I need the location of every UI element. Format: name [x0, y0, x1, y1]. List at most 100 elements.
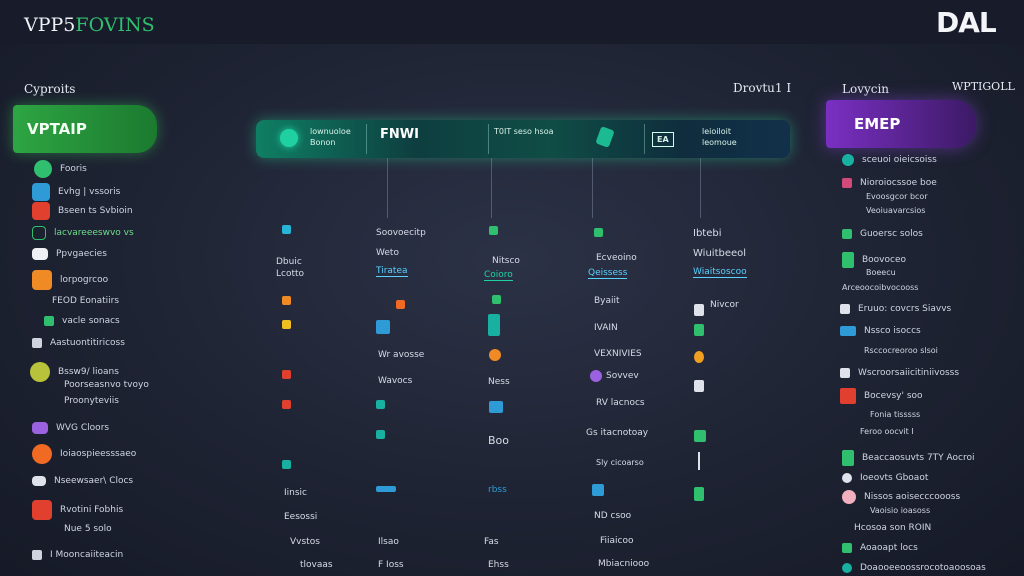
grid-cell[interactable]: rbss	[488, 485, 507, 495]
grid-cell-selected[interactable]: Qeissess	[588, 268, 628, 279]
left-primary-button[interactable]: VPTAIP	[13, 105, 157, 153]
grid-cell[interactable]: Fiiaicoo	[600, 536, 634, 546]
grid-cell[interactable]: RV lacnocs	[596, 398, 645, 408]
grid-cell-selected[interactable]: Coioro	[484, 270, 513, 281]
sidebar-subitem[interactable]: Poorseasnvo tvoyo	[64, 380, 149, 390]
right-subitem[interactable]: Evoosgcor bcor	[866, 192, 928, 201]
sidebar-item[interactable]: lacvareeeswvo vs	[32, 226, 134, 240]
grid-cell[interactable]: F Ioss	[378, 560, 404, 570]
diamond-icon	[488, 314, 500, 336]
sidebar-subitem[interactable]: FEOD Eonatiirs	[52, 296, 119, 306]
right-subitem[interactable]: Hcosoa son ROIN	[854, 523, 931, 533]
right-item[interactable]: Guoersc solos	[842, 229, 923, 239]
status-dot	[396, 300, 405, 309]
grid-cell-selected[interactable]: Tiratea	[376, 266, 408, 277]
sidebar-item[interactable]: Ppvgaecies	[32, 248, 107, 260]
center-section-title: Drovtu1 I	[733, 81, 792, 95]
grid-cell[interactable]: Weto	[376, 248, 399, 258]
right-item[interactable]: Nssco isoccs	[840, 326, 921, 336]
grid-cell[interactable]: Gs itacnotoay	[586, 428, 648, 438]
right-item[interactable]: Eruuo: covcrs Siavvs	[840, 304, 951, 314]
right-subitem[interactable]: Veoiuavarcsios	[866, 206, 925, 215]
grid-cell[interactable]: Sovvev	[606, 371, 639, 381]
grid-cell[interactable]: Wiuitbeeol	[693, 248, 746, 259]
right-subitem[interactable]: Fonia tisssss	[870, 410, 920, 419]
file-icon	[694, 304, 704, 316]
grid-cell[interactable]: Sly cicoarso	[596, 458, 644, 467]
mail-icon	[32, 476, 46, 486]
sidebar-subitem[interactable]: vacle sonacs	[44, 316, 120, 326]
sidebar-item[interactable]: Aastuontitiricoss	[32, 338, 125, 348]
sidebar-item[interactable]: Fooris	[34, 160, 87, 178]
grid-cell[interactable]: Mbiacniooo	[598, 559, 649, 569]
right-item[interactable]: Bocevsy' soo	[840, 388, 923, 404]
right-item[interactable]: Nissos aoisecccoooss	[842, 490, 960, 504]
pin-icon	[840, 368, 850, 378]
right-subitem[interactable]: Boeecu	[866, 268, 896, 277]
sidebar-subitem[interactable]: Proonyteviis	[64, 396, 119, 406]
right-item[interactable]: Doaooeeoossrocotoaoosoas	[842, 563, 986, 573]
status-dot	[376, 400, 385, 409]
sidebar-item[interactable]: lorpogrcoo	[32, 270, 108, 290]
grid-cell[interactable]: Ilsao	[378, 537, 399, 547]
grid-cell-selected[interactable]: Wiaitsoscoo	[693, 267, 747, 278]
status-dot	[376, 430, 385, 439]
app-brand[interactable]: VPP5FOVINS	[24, 14, 155, 36]
status-dot	[282, 370, 291, 379]
grid-cell[interactable]: Dbuic Lcotto	[276, 256, 316, 280]
sidebar-item[interactable]: Bseen ts Svbioin	[32, 202, 133, 220]
grid-cell[interactable]: VEXNIVIES	[594, 349, 642, 359]
warning-icon	[282, 320, 291, 329]
grid-cell[interactable]: tlovaas	[300, 560, 333, 570]
grid-cell[interactable]: Nitsco	[492, 256, 520, 266]
sidebar-subitem[interactable]: Nue 5 solo	[64, 524, 112, 534]
grid-cell[interactable]: Soovoecitp	[376, 228, 426, 238]
header-cell[interactable]: EA	[652, 132, 674, 147]
right-subitem[interactable]: Rsccocreoroo slsoi	[864, 346, 938, 355]
brand-logo-right[interactable]: DAL	[936, 6, 997, 39]
sidebar-item[interactable]: I Mooncaiiteacin	[32, 550, 123, 560]
grid-cell[interactable]: Ecveoino	[596, 253, 637, 263]
status-dot	[694, 430, 706, 442]
right-subitem[interactable]: Arceoocoibvocooss	[842, 283, 918, 292]
right-subitem[interactable]: Feroo oocvit I	[860, 427, 914, 436]
grid-cell[interactable]: Wr avosse	[378, 350, 424, 360]
grid-cell[interactable]: IVAIN	[594, 323, 618, 333]
right-item[interactable]: Beaccaosuvts 7TY Aocroi	[842, 450, 975, 466]
right-item[interactable]: Boovoceo	[842, 252, 906, 268]
right-item[interactable]: Ioeovts Gboaot	[842, 473, 928, 483]
right-subitem[interactable]: Vaoisio ioasoss	[870, 506, 930, 515]
grid-cell[interactable]: Fas	[484, 537, 499, 547]
grid-cell[interactable]: Ness	[488, 377, 510, 387]
sidebar-item[interactable]: WVG Cloors	[32, 422, 109, 434]
flag-icon	[842, 252, 854, 268]
header-cell[interactable]: lownuoloe Bonon	[310, 126, 362, 148]
right-primary-button[interactable]: EMEP	[826, 100, 976, 148]
grid-cell[interactable]: Vvstos	[290, 537, 320, 547]
sidebar-item[interactable]: Ioiaospieesssaeo	[32, 444, 136, 464]
right-item[interactable]: Nioroiocssoe boe	[842, 178, 937, 188]
grid-cell[interactable]: ND csoo	[594, 511, 631, 521]
header-cell[interactable]: leioiloit leomoue	[702, 126, 766, 148]
header-cell[interactable]: T0IT seso hsoa	[494, 126, 556, 137]
right-item[interactable]: sceuoi oieicsoiss	[842, 154, 937, 166]
clock-icon	[30, 362, 50, 382]
grid-cell[interactable]: Iinsic	[284, 488, 307, 498]
right-item[interactable]: Wscroorsaiicitiniivosss	[840, 368, 959, 378]
right-item[interactable]: Aoaoapt locs	[842, 543, 918, 553]
header-cell[interactable]: FNWI	[380, 128, 419, 141]
grid-cell[interactable]: Byaiit	[594, 296, 620, 306]
sidebar-item[interactable]: Rvotini Fobhis	[32, 500, 123, 520]
grid-cell[interactable]: Boo	[488, 434, 509, 447]
sidebar-item[interactable]: Nseewsaer\ Clocs	[32, 476, 133, 486]
grid-cell[interactable]: Nivcor	[710, 300, 739, 310]
app-icon	[376, 320, 390, 334]
right-section-subtitle: WPTIGOLL	[952, 80, 1015, 93]
grid-cell[interactable]: Ehss	[488, 560, 509, 570]
grid-cell[interactable]: Wavocs	[378, 376, 412, 386]
grid-cell[interactable]: Eesossi	[284, 512, 317, 522]
divider	[488, 124, 489, 154]
sidebar-item[interactable]: Evhg | vssoris	[32, 183, 120, 201]
grid-cell[interactable]: Ibtebi	[693, 228, 722, 239]
sidebar-item[interactable]: Bssw9/ lioans	[30, 362, 119, 382]
